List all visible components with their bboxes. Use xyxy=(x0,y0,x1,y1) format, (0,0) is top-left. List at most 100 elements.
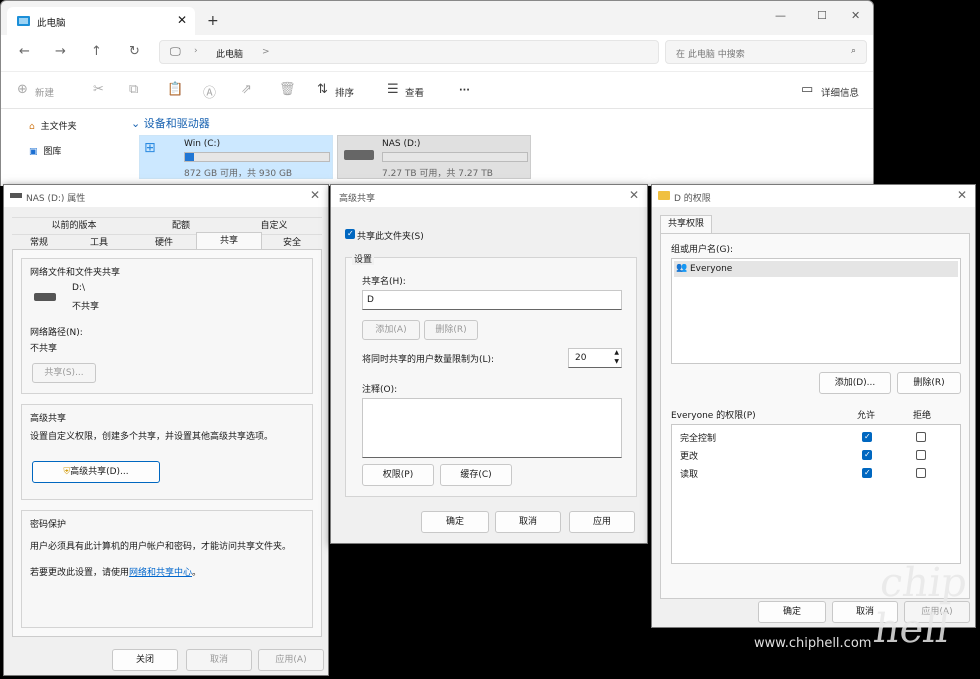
tab-quota[interactable]: 配额 xyxy=(136,217,226,233)
change-hint: 若要更改此设置，请使用 xyxy=(30,568,130,578)
stepper-down-icon[interactable]: ▼ xyxy=(614,358,619,365)
advanced-sharing-button[interactable]: ⛨高级共享(D)... xyxy=(32,461,160,483)
permissions-button[interactable]: 权限(P) xyxy=(362,464,434,486)
details-pane-icon: ▭ xyxy=(801,82,814,97)
ok-button[interactable]: 确定 xyxy=(421,511,489,533)
apply-button[interactable]: 应用 xyxy=(569,511,635,533)
view-button[interactable]: 查看 xyxy=(405,85,424,99)
paste-icon[interactable]: 📋 xyxy=(167,82,183,97)
drive-icon xyxy=(10,193,22,198)
dialog-titlebar: 高级共享 ✕ xyxy=(331,185,647,207)
folder-icon xyxy=(658,191,670,200)
deny-checkbox[interactable] xyxy=(916,450,926,460)
dialog-title: NAS (D:) 属性 xyxy=(26,194,86,204)
user-limit-label: 将同时共享的用户数量限制为(L): xyxy=(362,355,495,365)
close-window-button[interactable]: ✕ xyxy=(851,9,860,22)
up-arrow-icon[interactable]: ↑ xyxy=(91,44,102,59)
allow-checkbox[interactable] xyxy=(862,450,872,460)
cut-icon[interactable]: ✂ xyxy=(93,82,104,97)
user-name: Everyone xyxy=(690,264,733,274)
comment-textarea[interactable] xyxy=(362,398,622,458)
new-button[interactable]: 新建 xyxy=(35,85,54,99)
breadcrumb[interactable]: 🖵 › 此电脑 > xyxy=(159,40,659,64)
change-setting-text: 若要更改此设置，请使用网络和共享中心。 xyxy=(30,565,201,578)
network-path-value: 不共享 xyxy=(30,344,58,354)
tab-strip: 以前的版本 配额 自定义 常规 工具 硬件 共享 安全 xyxy=(12,217,322,250)
details-button[interactable]: 详细信息 xyxy=(821,85,859,99)
search-input[interactable]: 在 此电脑 中搜索 ⌕ xyxy=(665,40,867,64)
hard-drive-icon xyxy=(34,293,56,301)
drive-d[interactable]: NAS (D:) 7.27 TB 可用，共 7.27 TB xyxy=(337,135,531,179)
sort-button[interactable]: 排序 xyxy=(335,85,354,99)
sort-icon: ⇅ xyxy=(317,82,328,97)
network-sharing-center-link[interactable]: 网络和共享中心 xyxy=(129,568,192,578)
advanced-sharing-group: 高级共享 设置自定义权限，创建多个共享，并设置其他高级共享选项。 ⛨高级共享(D… xyxy=(21,404,313,500)
delete-icon[interactable]: 🗑 xyxy=(279,82,296,97)
user-limit-stepper[interactable]: 20 ▲ ▼ xyxy=(568,348,622,368)
tab-share-permissions[interactable]: 共享权限 xyxy=(660,215,712,233)
share-button[interactable]: 共享(S)... xyxy=(32,363,96,383)
tab-customize[interactable]: 自定义 xyxy=(226,217,322,233)
windows-drive-icon: ⊞ xyxy=(144,140,156,156)
close-icon[interactable]: ✕ xyxy=(629,188,639,202)
apply-button[interactable]: 应用(A) xyxy=(258,649,324,671)
deny-header: 拒绝 xyxy=(913,411,932,421)
forward-arrow-icon[interactable]: → xyxy=(55,44,66,59)
breadcrumb-chevron[interactable]: > xyxy=(262,47,270,57)
permission-name: 更改 xyxy=(680,452,699,462)
close-icon[interactable]: ✕ xyxy=(957,188,967,202)
caching-button[interactable]: 缓存(C) xyxy=(440,464,512,486)
more-options-button[interactable]: ··· xyxy=(459,85,470,96)
copy-icon[interactable]: ⧉ xyxy=(129,82,138,97)
monitor-icon: 🖵 xyxy=(170,45,181,58)
nav-item-home[interactable]: ⌂ 主文件夹 xyxy=(29,119,77,132)
share-name-field[interactable]: D xyxy=(362,290,622,310)
close-tab-icon[interactable]: ✕ xyxy=(177,13,187,27)
close-icon[interactable]: ✕ xyxy=(310,188,320,202)
maximize-button[interactable]: ☐ xyxy=(817,9,827,22)
ok-button[interactable]: 确定 xyxy=(758,601,826,623)
table-row: 完全控制 xyxy=(672,431,960,445)
users-group-icon: 👥 xyxy=(676,263,688,273)
tab-general[interactable]: 常规 xyxy=(12,234,66,250)
add-button[interactable]: 添加(A) xyxy=(362,320,420,340)
cancel-button[interactable]: 取消 xyxy=(495,511,561,533)
checkbox-label: 共享此文件夹(S) xyxy=(357,232,424,242)
refresh-icon[interactable]: ↻ xyxy=(129,44,140,59)
tab-sharing[interactable]: 共享 xyxy=(196,232,262,250)
nav-item-label: 主文件夹 xyxy=(40,122,77,132)
add-user-button[interactable]: 添加(D)... xyxy=(819,372,891,394)
group-title: 设置 xyxy=(352,252,375,265)
deny-checkbox[interactable] xyxy=(916,468,926,478)
allow-checkbox[interactable] xyxy=(862,432,872,442)
permissions-label: Everyone 的权限(P) xyxy=(671,411,756,421)
deny-checkbox[interactable] xyxy=(916,432,926,442)
tab-hardware[interactable]: 硬件 xyxy=(132,234,196,250)
close-button[interactable]: 关闭 xyxy=(112,649,178,671)
drive-c[interactable]: ⊞ Win (C:) 872 GB 可用，共 930 GB xyxy=(139,135,333,179)
remove-user-button[interactable]: 删除(R) xyxy=(897,372,961,394)
view-icon: ☰ xyxy=(387,82,399,97)
breadcrumb-item[interactable]: 此电脑 xyxy=(216,47,243,60)
group-description: 设置自定义权限，创建多个共享，并设置其他高级共享选项。 xyxy=(30,432,274,442)
minimize-button[interactable]: — xyxy=(775,9,786,22)
rename-icon[interactable]: Ⓐ xyxy=(203,82,216,101)
table-row: 更改 xyxy=(672,449,960,463)
cancel-button[interactable]: 取消 xyxy=(186,649,252,671)
tab-this-pc[interactable]: 此电脑 ✕ xyxy=(7,7,195,35)
users-list[interactable]: 👥 Everyone xyxy=(671,258,961,364)
remove-button[interactable]: 删除(R) xyxy=(424,320,478,340)
search-icon: ⌕ xyxy=(850,46,856,56)
tab-security[interactable]: 安全 xyxy=(262,234,322,250)
tab-tools[interactable]: 工具 xyxy=(66,234,132,250)
tab-previous-versions[interactable]: 以前的版本 xyxy=(12,217,136,233)
section-header[interactable]: ⌄ 设备和驱动器 xyxy=(131,115,210,131)
network-path-label: 网络路径(N): xyxy=(30,328,83,338)
list-item[interactable]: 👥 Everyone xyxy=(674,261,958,277)
stepper-up-icon[interactable]: ▲ xyxy=(614,349,619,356)
new-tab-button[interactable]: + xyxy=(207,13,219,29)
share-icon[interactable]: ⇗ xyxy=(241,82,252,97)
nav-item-gallery[interactable]: ▣ 图库 xyxy=(29,144,61,157)
allow-checkbox[interactable] xyxy=(862,468,872,478)
back-arrow-icon[interactable]: ← xyxy=(19,44,30,59)
